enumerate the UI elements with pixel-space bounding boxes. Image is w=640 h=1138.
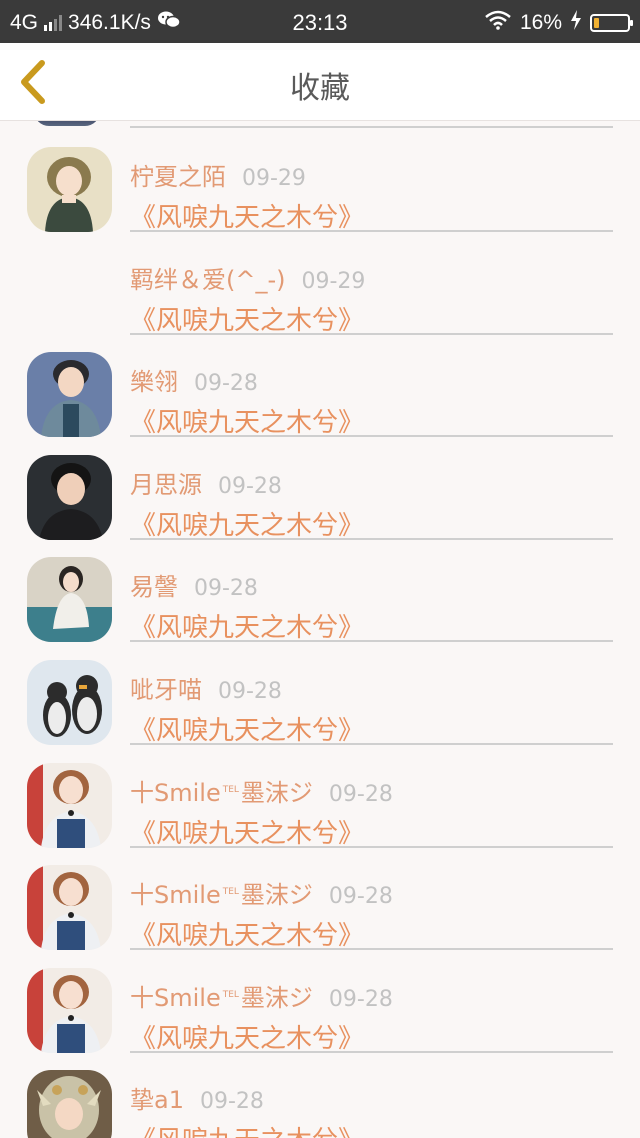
book-title[interactable]: 《风唳九天之木兮》 <box>130 402 364 439</box>
charging-icon <box>570 10 582 36</box>
book-title[interactable]: 《风唳九天之木兮》 <box>130 607 364 644</box>
tel-mark: TEL <box>222 887 239 898</box>
date: 09-28 <box>194 371 258 397</box>
user-name-line: 柠夏之陌 09-29 <box>130 157 306 192</box>
book-title[interactable]: 《风唳九天之木兮》 <box>130 813 364 850</box>
avatar[interactable] <box>27 147 112 232</box>
user-name[interactable]: 挚a1 <box>130 1086 184 1114</box>
list-item[interactable]: 十Smile TEL墨沫ジ 09-28 《风唳九天之木兮》 <box>0 845 640 951</box>
book-title[interactable]: 《风唳九天之木兮》 <box>130 1120 364 1138</box>
wifi-icon <box>484 10 512 36</box>
avatar[interactable] <box>27 660 112 745</box>
user-name-line: 月思源 09-28 <box>130 465 282 500</box>
user-name[interactable]: 月思源 <box>130 471 202 499</box>
tel-mark: TEL <box>222 784 239 795</box>
user-name-line: 十Smile TEL墨沫ジ 09-28 <box>130 978 393 1013</box>
avatar[interactable] <box>27 967 112 1053</box>
avatar[interactable] <box>27 762 112 848</box>
status-right: 16% <box>484 10 633 36</box>
user-name-line: 挚a1 09-28 <box>130 1080 264 1115</box>
user-name-suffix[interactable]: 墨沫ジ <box>241 779 313 807</box>
page-title: 收藏 <box>290 71 350 106</box>
user-name[interactable]: 柠夏之陌 <box>130 163 226 191</box>
battery-percent: 16% <box>519 11 562 34</box>
date: 09-28 <box>194 576 258 602</box>
user-name-line: 呲牙喵 09-28 <box>130 670 282 705</box>
book-title[interactable]: 《风唳九天之木兮》 <box>130 1018 364 1055</box>
user-name[interactable]: 十Smile <box>130 881 221 909</box>
list-item[interactable]: 月思源 09-28 《风唳九天之木兮》 <box>0 435 640 541</box>
list-item[interactable]: 柠夏之陌 09-29 《风唳九天之木兮》 <box>0 127 640 233</box>
battery-icon <box>590 14 633 32</box>
list-item[interactable]: 十Smile TEL墨沫ジ 09-28 《风唳九天之木兮》 <box>0 948 640 1054</box>
date: 09-28 <box>218 679 282 704</box>
date: 09-29 <box>242 166 306 191</box>
date: 09-28 <box>328 986 393 1012</box>
user-name[interactable]: 羁绊＆爱(^_-) <box>130 266 286 294</box>
tel-mark: TEL <box>222 989 239 1000</box>
favorites-list: 柠夏之陌 09-29 《风唳九天之木兮》 羁绊＆爱(^_-) 09-29 《风唳九天之木兮… <box>0 121 640 1138</box>
status-bar: 4G 346.1K/s 23:13 16% <box>0 0 640 43</box>
user-name-line: 十Smile TEL墨沫ジ 09-28 <box>130 773 393 808</box>
user-name-line: 樂翎 09-28 <box>130 362 258 397</box>
list-item[interactable]: 十Smile TEL墨沫ジ 09-28 《风唳九天之木兮》 <box>0 743 640 849</box>
user-name[interactable]: 易謦 <box>130 573 178 601</box>
nav-bar: 收藏 <box>0 43 640 121</box>
user-name-line: 羁绊＆爱(^_-) 09-29 <box>130 260 365 295</box>
avatar <box>34 121 100 126</box>
user-name[interactable]: 呲牙喵 <box>130 676 202 704</box>
date: 09-28 <box>199 1089 264 1115</box>
battery-fill <box>594 18 599 28</box>
user-name-suffix[interactable]: 墨沫ジ <box>241 984 313 1012</box>
avatar[interactable] <box>27 352 112 438</box>
book-title[interactable]: 《风唳九天之木兮》 <box>130 915 364 952</box>
avatar[interactable] <box>27 1070 112 1138</box>
user-name[interactable]: 十Smile <box>130 779 221 807</box>
date: 09-29 <box>301 268 366 294</box>
date: 09-28 <box>328 884 393 910</box>
avatar[interactable] <box>27 865 112 951</box>
list-item[interactable]: 呲牙喵 09-28 《风唳九天之木兮》 <box>0 640 640 746</box>
date: 09-28 <box>328 781 393 807</box>
user-name[interactable]: 十Smile <box>130 984 221 1012</box>
date: 09-28 <box>218 473 282 499</box>
book-title[interactable]: 《风唳九天之木兮》 <box>130 505 364 542</box>
book-title[interactable]: 《风唳九天之木兮》 <box>130 197 364 234</box>
avatar[interactable] <box>27 454 112 540</box>
book-title[interactable]: 《风唳九天之木兮》 <box>130 710 364 747</box>
user-name[interactable]: 樂翎 <box>130 368 178 396</box>
list-item[interactable]: 羁绊＆爱(^_-) 09-29 《风唳九天之木兮》 <box>0 230 640 336</box>
user-name-suffix[interactable]: 墨沫ジ <box>241 881 313 909</box>
list-item[interactable]: 樂翎 09-28 《风唳九天之木兮》 <box>0 332 640 438</box>
list-item[interactable]: 挚a1 09-28 《风唳九天之木兮》 <box>0 1050 640 1138</box>
user-name-line: 十Smile TEL墨沫ジ 09-28 <box>130 875 393 910</box>
list-item[interactable]: 易謦 09-28 《风唳九天之木兮》 <box>0 537 640 643</box>
book-title[interactable]: 《风唳九天之木兮》 <box>130 300 364 337</box>
user-name-line: 易謦 09-28 <box>130 567 258 602</box>
avatar[interactable] <box>27 557 112 643</box>
